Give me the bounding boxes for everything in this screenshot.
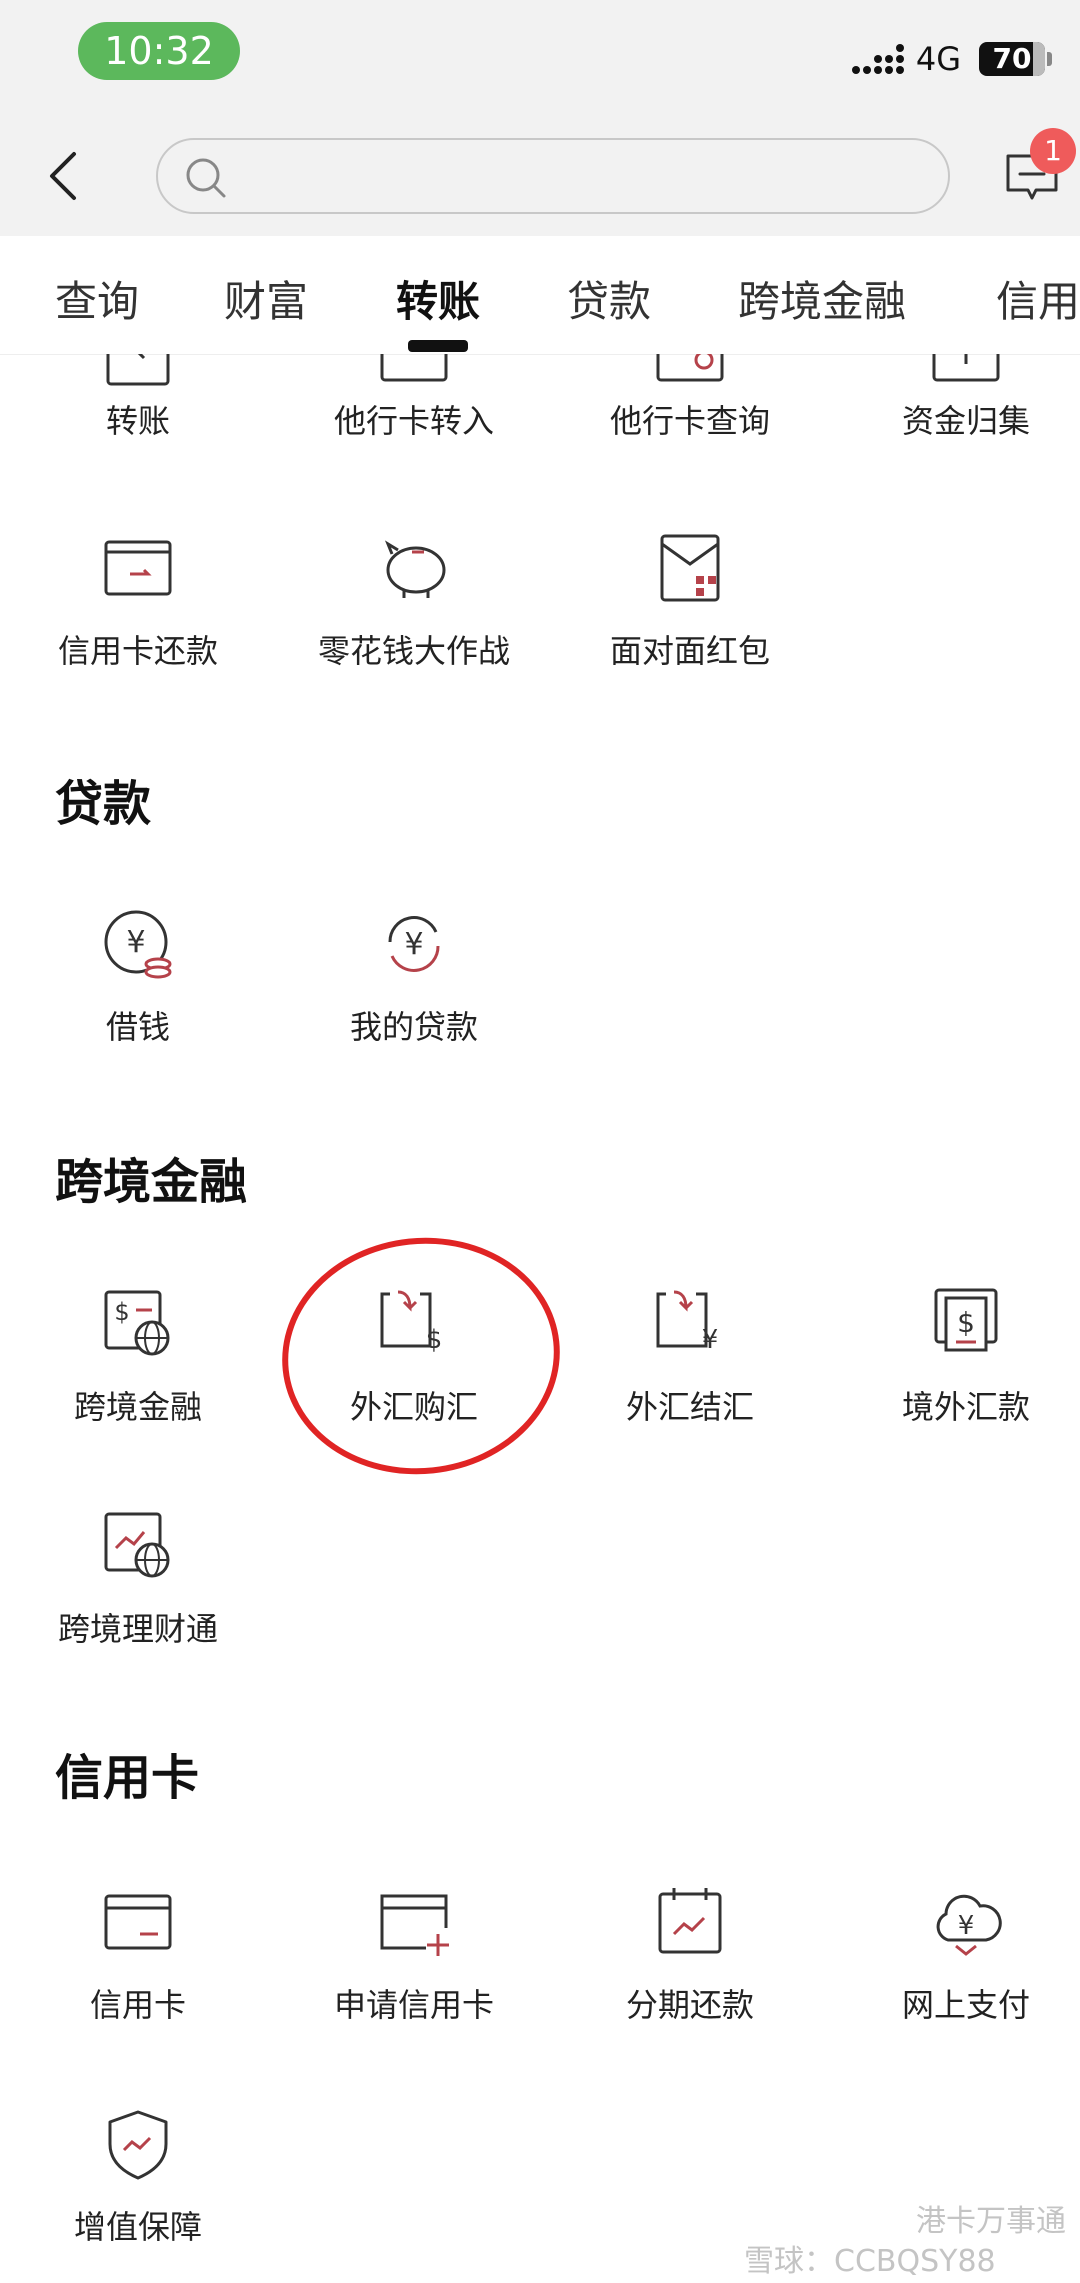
svg-text:$: $ (957, 1306, 975, 1339)
grid-item-overseas-remit[interactable]: $ 境外汇款 (828, 1286, 1080, 1428)
section-title-crossborder: 跨境金融 (55, 1154, 248, 1210)
grid-item-fund-collection[interactable]: 资金归集 (828, 396, 1080, 442)
message-badge: 1 (1030, 128, 1076, 174)
grid-item-fx-settlement[interactable]: ¥ 外汇结汇 (552, 1286, 828, 1428)
item-label: 信用卡还款 (57, 632, 218, 670)
tab-query[interactable]: 查询 (55, 268, 139, 329)
yen-coin-icon: ¥ (104, 910, 172, 979)
grid-item-value-protection[interactable]: 增值保障 (0, 2106, 276, 2248)
item-label: 增值保障 (73, 2208, 202, 2246)
yen-cycle-icon: ¥ (388, 916, 440, 972)
active-tab-indicator (408, 340, 468, 352)
item-label: 信用卡 (89, 1986, 186, 2024)
grid-item-apply-credit-card[interactable]: 申请信用卡 (276, 1884, 552, 2026)
highlight-circle-annotation (270, 1224, 572, 1488)
dollar-globe-icon: $ (104, 1290, 170, 1356)
tab-crossborder[interactable]: 跨境金融 (738, 268, 906, 329)
tab-wealth[interactable]: 财富 (224, 268, 308, 329)
overseas-remittance-icon: $ (934, 1288, 998, 1352)
item-label: 外汇结汇 (625, 1388, 754, 1426)
battery-icon: 70 (979, 42, 1045, 76)
search-input[interactable] (234, 150, 918, 204)
item-label: 借钱 (105, 1008, 170, 1046)
grid-item-pocket-money[interactable]: 零花钱大作战 (276, 530, 552, 672)
network-type: 4G (915, 40, 961, 78)
search-bar[interactable] (156, 138, 950, 214)
battery-level: 70 (992, 42, 1032, 75)
watermark-account: 港卡万事通 (916, 2204, 1066, 2239)
apply-card-plus-icon (380, 1894, 449, 1956)
section-title-loan: 贷款 (55, 776, 152, 832)
fund-collection-icon (932, 354, 1000, 382)
section-title-credit: 信用卡 (55, 1750, 200, 1806)
piggy-bank-icon (384, 540, 446, 598)
search-icon (186, 158, 226, 198)
svg-text:¥: ¥ (702, 1325, 719, 1355)
item-label: 境外汇款 (901, 1388, 1030, 1426)
calendar-trend-icon (658, 1888, 722, 1954)
fx-settlement-yen-icon: ¥ (656, 1290, 719, 1355)
shield-icon (108, 2110, 168, 2180)
credit-card-icon (104, 1894, 172, 1950)
grid-item-installment[interactable]: 分期还款 (552, 1884, 828, 2026)
item-label: 他行卡查询 (609, 402, 770, 440)
grid-item-credit-repay[interactable]: 信用卡还款 (0, 530, 276, 672)
tab-transfer[interactable]: 转账 (396, 268, 480, 329)
category-tabs: 查询 财富 转账 贷款 跨境金融 信用 (0, 236, 1080, 355)
item-label: 我的贷款 (349, 1008, 478, 1046)
tab-loan[interactable]: 贷款 (567, 268, 651, 329)
wealth-connect-icon (104, 1512, 170, 1578)
item-label: 网上支付 (901, 1986, 1030, 2024)
svg-text:$: $ (114, 1298, 129, 1326)
grid-item-card-query[interactable]: 他行卡查询 (552, 396, 828, 442)
card-query-icon (656, 354, 724, 382)
tab-credit[interactable]: 信用 (996, 268, 1080, 329)
item-label: 分期还款 (625, 1986, 754, 2024)
back-arrow-icon[interactable] (44, 150, 84, 202)
status-indicators: 4G 70 (851, 34, 1052, 84)
grid-item-card-transfer-in[interactable]: 他行卡转入 (276, 396, 552, 442)
cloud-yen-icon: ¥ (936, 1894, 1002, 1956)
red-packet-qr-icon (660, 534, 720, 602)
svg-text:¥: ¥ (126, 925, 145, 960)
grid-item-red-packet[interactable]: 面对面红包 (552, 530, 828, 672)
grid-item-transfer[interactable]: 转账 (0, 396, 276, 442)
grid-item-wealth-connect[interactable]: 跨境理财通 (0, 1508, 276, 1650)
top-bar: 10:32 4G 70 1 (0, 0, 1080, 236)
grid-item-my-loans[interactable]: ¥ 我的贷款 (276, 906, 552, 1048)
item-label: 他行卡转入 (333, 402, 494, 440)
svg-text:¥: ¥ (958, 1911, 975, 1941)
item-label: 跨境金融 (73, 1388, 202, 1426)
grid-item-borrow[interactable]: ¥ 借钱 (0, 906, 276, 1048)
svg-text:¥: ¥ (404, 927, 423, 962)
item-label: 转账 (105, 402, 170, 440)
grid-item-credit-card[interactable]: 信用卡 (0, 1884, 276, 2026)
item-label: 零花钱大作战 (317, 632, 510, 670)
transfer-icon (106, 354, 170, 386)
card-transfer-in-icon (380, 354, 448, 382)
status-time: 10:32 (78, 22, 240, 80)
signal-icon (851, 44, 904, 74)
item-label: 资金归集 (901, 402, 1030, 440)
grid-item-crossborder-finance[interactable]: $ 跨境金融 (0, 1286, 276, 1428)
item-label: 面对面红包 (609, 632, 770, 670)
grid-item-online-payment[interactable]: ¥ 网上支付 (828, 1884, 1080, 2026)
item-label: 申请信用卡 (333, 1986, 494, 2024)
credit-card-repay-icon (104, 540, 172, 596)
watermark: 雪球：CCBQSY88 (744, 2244, 996, 2279)
item-label: 跨境理财通 (57, 1610, 218, 1648)
